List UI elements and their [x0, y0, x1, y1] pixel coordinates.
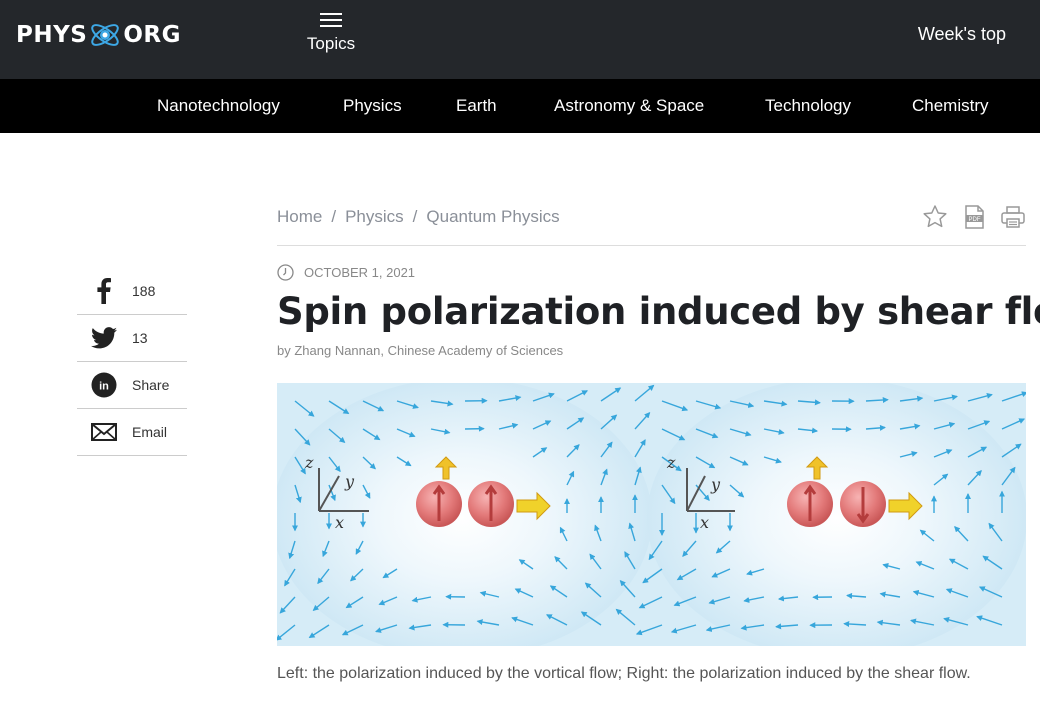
share-linkedin[interactable]: in Share — [77, 362, 187, 409]
date-text: OCTOBER 1, 2021 — [304, 265, 416, 280]
breadcrumb-home[interactable]: Home — [277, 207, 322, 226]
article-title: Spin polarization induced by shear flow — [277, 290, 1040, 333]
phys-org-logo[interactable]: PHYS ORG — [16, 18, 181, 52]
facebook-count: 188 — [132, 283, 156, 299]
share-twitter[interactable]: 13 — [77, 315, 187, 362]
right-axis-y-label: y — [710, 475, 721, 494]
top-header: PHYS ORG Topics Week's top — [0, 0, 1040, 79]
hamburger-icon — [320, 13, 342, 27]
article-byline: by Zhang Nannan, Chinese Academy of Scie… — [277, 343, 564, 358]
share-facebook[interactable]: 188 — [77, 268, 187, 315]
facebook-icon — [90, 277, 118, 305]
topics-label: Topics — [306, 34, 356, 53]
article-tools: PDF — [922, 204, 1026, 230]
nav-chemistry[interactable]: Chemistry — [912, 96, 989, 116]
breadcrumb-quantum-physics[interactable]: Quantum Physics — [426, 207, 559, 226]
svg-text:in: in — [99, 381, 109, 393]
header-divider — [277, 245, 1026, 246]
nav-technology[interactable]: Technology — [765, 96, 851, 116]
share-email[interactable]: Email — [77, 409, 187, 456]
print-icon[interactable] — [1000, 204, 1026, 230]
breadcrumb-physics[interactable]: Physics — [345, 207, 404, 226]
left-panel-glow — [277, 383, 652, 646]
logo-text-right: ORG — [123, 22, 181, 48]
nav-astronomy-space[interactable]: Astronomy & Space — [554, 96, 704, 116]
linkedin-icon: in — [90, 371, 118, 399]
atom-logo-icon — [91, 24, 120, 46]
twitter-icon — [90, 324, 118, 352]
email-share-label: Email — [132, 424, 168, 440]
left-axis-z-label: z — [304, 453, 314, 472]
twitter-count: 13 — [132, 330, 148, 346]
star-icon[interactable] — [922, 204, 948, 230]
nav-nanotechnology[interactable]: Nanotechnology — [157, 96, 280, 116]
share-panel: 188 13 in Share Email — [77, 268, 187, 456]
article-date: OCTOBER 1, 2021 — [277, 264, 415, 281]
linkedin-share-label: Share — [132, 377, 170, 393]
pdf-icon[interactable]: PDF — [961, 204, 987, 230]
clock-icon — [277, 264, 294, 281]
svg-text:PDF: PDF — [969, 217, 981, 223]
email-icon — [90, 418, 118, 446]
breadcrumb-separator: / — [331, 207, 337, 226]
logo-text-left: PHYS — [16, 22, 88, 48]
figure-caption: Left: the polarization induced by the vo… — [277, 665, 971, 682]
left-axis-x-label: x — [335, 513, 344, 532]
topics-menu-button[interactable]: Topics — [300, 10, 362, 64]
right-axis-z-label: z — [666, 453, 676, 472]
left-axis-y-label: y — [344, 472, 355, 491]
category-nav: Nanotechnology Physics Earth Astronomy &… — [0, 79, 1040, 133]
breadcrumb-separator: / — [412, 207, 418, 226]
breadcrumb: Home / Physics / Quantum Physics — [277, 207, 560, 227]
nav-physics[interactable]: Physics — [343, 96, 402, 116]
weeks-top-link[interactable]: Week's top — [918, 24, 1006, 45]
nav-earth[interactable]: Earth — [456, 96, 497, 116]
article-figure[interactable]: z y x z y x — [277, 383, 1026, 646]
right-axis-x-label: x — [700, 513, 709, 532]
